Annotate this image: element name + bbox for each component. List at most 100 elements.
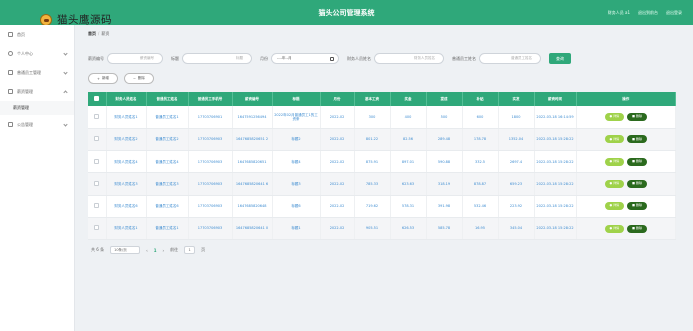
breadcrumb-home[interactable]: 首页 [88, 31, 96, 36]
table-cell: 1647685820648 [232, 195, 273, 218]
row-checkbox[interactable] [88, 128, 107, 152]
table-cell: 标题1 [272, 217, 321, 241]
sidebar-item-home[interactable]: 首页 [0, 25, 74, 44]
sidebar-item-profile[interactable]: 个人中心 [0, 44, 74, 63]
column-header: 补贴 [462, 92, 499, 106]
table-cell: 普通员工姓名1 [146, 217, 189, 241]
table-cell: 585.78 [426, 217, 463, 241]
detail-button[interactable]: ● 详情 [604, 157, 625, 166]
column-header: 普通员工姓名 [146, 92, 189, 106]
table-cell: 普通员工姓名3 [146, 172, 189, 196]
column-header: 提成 [426, 92, 463, 106]
table-cell: 2022-03-18 15:28:22 [534, 128, 577, 152]
detail-button[interactable]: ● 详情 [604, 180, 625, 189]
table-cell: 2022-03-18 15:28:22 [534, 172, 577, 196]
month-input[interactable]: ----年--月 [271, 53, 339, 64]
table-cell: 财务人员姓名2 [106, 128, 147, 152]
delete-button[interactable]: ■ 删除 [627, 112, 647, 121]
sidebar-item-salary[interactable]: 薪资管理 [0, 82, 74, 101]
page-size-select[interactable]: 10条/页 [110, 246, 141, 254]
table-cell: 532.46 [462, 195, 499, 218]
prev-page-button[interactable]: ‹ [146, 248, 148, 253]
table-cell: 2022-02 [320, 195, 355, 218]
exit-to-frontend-link[interactable]: 退出到前台 [638, 10, 658, 16]
column-header: 操作 [576, 92, 676, 106]
table-cell: 标题6 [272, 195, 321, 218]
row-checkbox[interactable] [88, 150, 107, 174]
minus-icon: − [132, 76, 136, 81]
table-cell: 2022-02 [320, 106, 355, 129]
delete-button[interactable]: ■ 删除 [627, 157, 647, 166]
table-cell: 178.78 [462, 128, 499, 152]
row-checkbox[interactable] [88, 106, 107, 129]
row-checkbox[interactable] [88, 172, 107, 196]
sidebar-subitem-salary[interactable]: 薪资管理 [0, 101, 74, 115]
table-cell: 2022-02 [320, 150, 355, 174]
finance-name-input[interactable]: 财务人员姓名 [374, 53, 444, 64]
salary-icon [8, 89, 13, 94]
select-all-checkbox[interactable] [88, 92, 107, 106]
eye-icon: ● [609, 136, 613, 141]
add-button[interactable]: + 新增 [88, 73, 118, 84]
row-checkbox[interactable] [88, 217, 107, 241]
salary-no-input[interactable]: 薪资编号 [107, 53, 163, 64]
next-page-button[interactable]: › [163, 248, 165, 253]
trash-icon: ■ [632, 136, 635, 141]
table-cell: 财务人员姓名4 [106, 150, 147, 174]
trash-icon: ■ [632, 114, 635, 119]
search-form: 薪资编号 薪资编号 标题 标题 月份 ----年--月 财务人员姓名 财务人员姓… [88, 52, 571, 65]
column-header: 实发 [498, 92, 535, 106]
trash-icon: ■ [632, 225, 635, 230]
table-cell: 2022年02月普通员工1的工资条 [272, 106, 321, 129]
column-header: 标题 [272, 92, 321, 106]
detail-button[interactable]: ● 详情 [604, 202, 625, 211]
delete-button[interactable]: ■ 删除 [627, 224, 647, 233]
sidebar-item-staff[interactable]: 普通员工管理 [0, 63, 74, 82]
table-cell: 17703706901 [188, 106, 233, 129]
delete-label: 删除 [635, 158, 642, 163]
sidebar-item-notice[interactable]: 公告管理 [0, 115, 74, 134]
delete-label: 删除 [635, 203, 642, 208]
breadcrumb: 首页 / 薪资 [88, 31, 110, 36]
delete-button[interactable]: ■ 删除 [627, 135, 647, 144]
page-number-current[interactable]: 1 [154, 248, 157, 253]
row-actions: ● 详情 ■ 删除 [576, 150, 676, 174]
table-cell: 17703706903 [188, 150, 233, 174]
table-cell: 17703706903 [188, 217, 233, 241]
table-cell: 标题4 [272, 150, 321, 174]
goto-page-input[interactable]: 1 [184, 246, 196, 254]
batch-delete-button[interactable]: − 删除 [123, 73, 154, 84]
detail-button[interactable]: ● 详情 [604, 135, 625, 144]
table-cell: 590.88 [426, 150, 463, 174]
delete-label: 删除 [635, 181, 642, 186]
staff-name-input[interactable]: 普通员工姓名 [479, 53, 541, 64]
column-header: 普通员工手机号 [188, 92, 233, 106]
search-button[interactable]: 查询 [549, 53, 571, 64]
row-actions: ● 详情 ■ 删除 [576, 172, 676, 196]
row-checkbox[interactable] [88, 195, 107, 218]
detail-label: 详情 [613, 203, 620, 208]
goto-label: 前往 [170, 247, 179, 252]
sidebar-item-label: 普通员工管理 [17, 69, 41, 75]
table-cell: 500 [426, 106, 463, 129]
delete-label: 删除 [635, 136, 642, 141]
logout-link[interactable]: 退出登录 [666, 10, 682, 16]
detail-button[interactable]: ● 详情 [604, 112, 625, 121]
delete-button[interactable]: ■ 删除 [627, 180, 647, 189]
table-cell: 2022-03-18 16:14:59 [534, 106, 577, 129]
detail-label: 详情 [613, 114, 620, 119]
table-row: 财务人员姓名2 普通员工姓名2 17703706903 1647685820651 2… [88, 128, 676, 152]
table-cell: 659.23 [498, 172, 535, 196]
detail-button[interactable]: ● 详情 [604, 224, 625, 233]
table-cell: 1352.04 [498, 128, 535, 152]
detail-label: 详情 [613, 181, 620, 186]
table-cell: 1647591256494 [232, 106, 273, 129]
column-header: 基本工资 [354, 92, 391, 106]
table-cell: 2022-03-18 15:28:22 [534, 195, 577, 218]
delete-button[interactable]: ■ 删除 [627, 202, 647, 211]
current-role-label: 财务人员 a1 [607, 10, 630, 15]
sidebar: 首页 个人中心 普通员工管理 薪资管理 薪资管理 公告管理 [0, 25, 75, 331]
title-input[interactable]: 标题 [182, 53, 252, 64]
table-cell: 878.87 [462, 172, 499, 196]
table-cell: 2022-03-18 15:28:22 [534, 217, 577, 241]
